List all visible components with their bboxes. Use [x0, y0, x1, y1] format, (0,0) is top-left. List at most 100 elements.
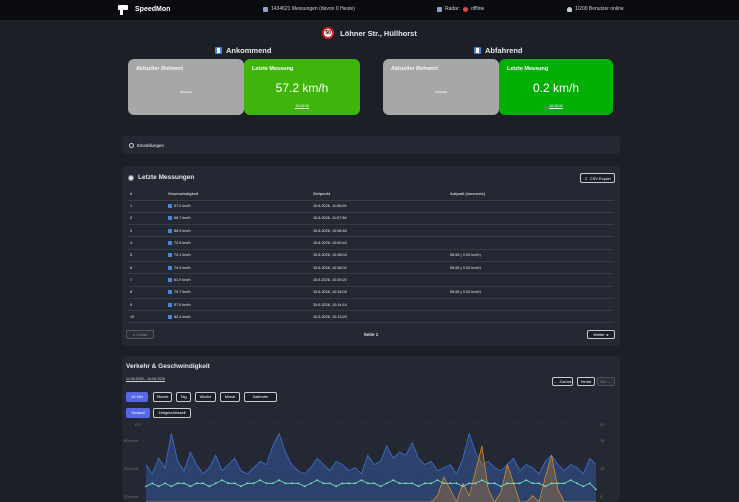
data-point	[550, 482, 553, 485]
row-extra	[450, 236, 614, 250]
interval-button[interactable]: Kalender	[244, 392, 277, 402]
y-tick-right: 20	[600, 422, 605, 427]
data-point	[189, 485, 192, 488]
user-icon	[567, 6, 572, 12]
database-icon	[263, 6, 268, 12]
row-time: 15.6.2026, 10:38:02	[313, 261, 450, 275]
next-page-button[interactable]: Weiter ▸	[587, 330, 615, 339]
speed-limit-sign-icon: 50	[322, 27, 335, 39]
row-speed: 88.9 km/h	[168, 224, 313, 238]
data-point	[563, 482, 566, 485]
car-icon	[168, 204, 172, 209]
row-number: 4	[128, 236, 168, 250]
data-point	[411, 482, 414, 485]
data-point	[588, 482, 591, 485]
row-speed: 72.6 km/h	[168, 236, 313, 250]
data-point	[487, 482, 490, 485]
interval-button[interactable]: Stunde	[153, 392, 172, 402]
data-point	[170, 485, 173, 488]
row-speed: 57.6 km/h	[168, 298, 313, 312]
page-indicator: Seite 1	[363, 332, 379, 337]
top-bar: SpeedMon 1434621 Messungen (davon 0 Heut…	[0, 0, 739, 20]
data-point	[544, 485, 547, 488]
column-header: Geschwindigkeit	[168, 188, 313, 201]
measurements-heading: Letzte Messungen	[128, 174, 194, 181]
incoming-raw-card: Aktueller Rohwert —	[128, 59, 244, 115]
mode-button[interactable]: Zeitgeschlüsselt	[153, 408, 191, 418]
row-number: 8	[128, 286, 168, 299]
data-point	[316, 479, 318, 482]
interval-button[interactable]: Woche	[195, 392, 216, 402]
table-row: 6 74.9 km/h 15.6.2026, 10:38:02 98.56 ( 0.0…	[128, 261, 614, 275]
column-header: Aufprall (Innenerte)	[450, 188, 614, 201]
arrow-down-icon	[215, 47, 222, 54]
forward-button[interactable]: Vor →	[597, 377, 615, 386]
data-point	[265, 482, 268, 485]
incoming-last-time[interactable]: 10:43:20	[244, 104, 360, 108]
gear-icon	[129, 142, 134, 148]
back-button[interactable]: ← Zurück	[552, 377, 573, 386]
car-icon	[168, 277, 172, 282]
data-point	[335, 485, 337, 488]
data-point	[252, 482, 255, 485]
radar-gun-logo-icon	[118, 4, 129, 15]
today-button[interactable]: Heute	[577, 377, 595, 386]
interval-button[interactable]: Tag	[176, 392, 191, 402]
row-time: 15.6.2026, 10:13:20	[313, 310, 450, 324]
data-point	[405, 482, 407, 485]
data-point	[164, 482, 166, 485]
table-row: 10 82.4 km/h 15.6.2026, 10:13:20	[128, 310, 614, 324]
measurements-table: # Geschwindigkeit Zeitpunkt Aufprall (In…	[128, 188, 614, 324]
data-point	[493, 482, 496, 485]
data-point	[309, 482, 312, 485]
car-icon	[168, 302, 172, 307]
row-time: 15.6.2026, 10:38:04	[313, 249, 450, 262]
data-point	[303, 485, 306, 488]
row-extra	[450, 273, 614, 287]
data-point	[221, 479, 223, 482]
data-point	[385, 482, 388, 485]
traffic-chart[interactable]: 120 80 km/h 40 km/h 20 km/h 20 15 10 5	[122, 420, 620, 502]
mode-button[interactable]: Gesamt	[126, 408, 150, 418]
data-point	[373, 482, 376, 485]
outgoing-last-card: Letzte Messung 0.2 km/h 10:43:32	[499, 59, 613, 115]
data-point	[271, 482, 274, 485]
table-row: 2 68.7 km/h 15.6.2026, 11:07:56	[128, 212, 614, 226]
car-icon	[168, 290, 172, 295]
data-point	[519, 482, 521, 485]
row-time: 15.6.2026, 10:58:46	[313, 224, 450, 238]
data-point	[208, 485, 211, 488]
row-extra	[450, 298, 614, 312]
row-extra	[450, 200, 614, 213]
data-point	[512, 482, 515, 485]
row-number: 2	[128, 212, 168, 226]
csv-export-button[interactable]: ⇩ CSV Export	[580, 173, 615, 183]
direction-title-outgoing: Abfahrend	[474, 46, 523, 55]
data-point	[531, 482, 534, 485]
data-point	[455, 482, 458, 485]
data-point	[240, 485, 242, 488]
offline-dot-icon	[463, 6, 469, 12]
y-tick-left: 40 km/h	[124, 466, 138, 471]
y-tick-left: 20 km/h	[124, 494, 138, 499]
data-point	[462, 485, 464, 488]
data-point	[157, 485, 160, 488]
data-point	[430, 482, 433, 485]
traffic-heading: Verkehr & Geschwindigkeit	[126, 363, 210, 370]
outgoing-last-time[interactable]: 10:43:32	[499, 104, 613, 108]
date-range[interactable]: 14.06.2026 – 16.06.2026	[126, 377, 165, 381]
data-point	[582, 485, 585, 488]
data-point	[176, 482, 179, 485]
outgoing-raw-value: —	[435, 84, 447, 98]
measurements-panel: Letzte Messungen ⇩ CSV Export # Geschwin…	[122, 166, 620, 346]
row-extra	[450, 212, 614, 226]
table-row: 5 70.1 km/h 15.6.2026, 10:38:04 98.56 ( 0.0…	[128, 249, 614, 262]
settings-toggle[interactable]: Einstellungen	[122, 136, 620, 154]
data-point	[538, 482, 540, 485]
brand[interactable]: SpeedMon	[118, 4, 170, 15]
row-number: 6	[128, 261, 168, 275]
data-point	[360, 479, 363, 482]
arrow-left-icon: ←	[553, 379, 558, 384]
interval-button[interactable]: 10 Min	[126, 392, 148, 402]
interval-button[interactable]: Monat	[220, 392, 240, 402]
